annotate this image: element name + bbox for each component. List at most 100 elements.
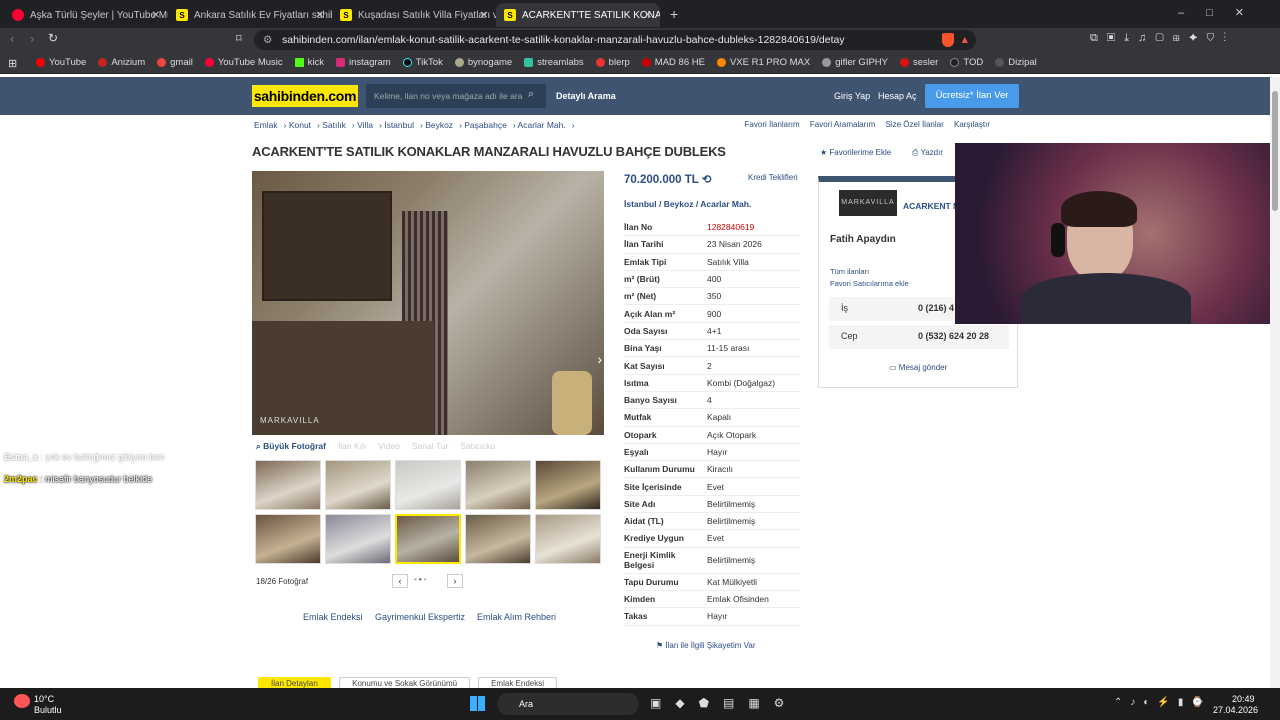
detailed-search-link[interactable]: Detaylı Arama [556,91,616,101]
tab-virtual-tour[interactable]: Sanal Tur [412,441,448,452]
bookmark-tod[interactable]: TOD [950,57,983,68]
apps-icon[interactable]: ⊞ [8,57,17,70]
bookmark-instagram[interactable]: instagram [336,57,391,68]
chat-text: : misafir banyosudur belkide [40,474,153,484]
thumbnail[interactable] [535,514,601,564]
thumbnail[interactable] [465,514,531,564]
next-photo-icon[interactable]: › [597,351,602,367]
browser-tab-active[interactable]: S ACARKENT'TE SATILIK KONAKLAR ✕ [496,3,660,27]
breadcrumb-item[interactable]: Beykoz [425,120,453,130]
store-logo[interactable]: MARKAVILLA [839,190,897,216]
new-tab-icon[interactable]: + [670,6,678,22]
thumbnail-active[interactable] [395,514,461,564]
location-neighborhood[interactable]: Acarlar Mah. [700,199,751,209]
favorite-button[interactable]: ★ Favorilerime Ekle [820,148,891,157]
site-info-icon[interactable]: ⚙ [263,30,272,50]
bookmark-youtube[interactable]: YouTube [36,57,86,68]
brave-shield-icon[interactable] [942,33,954,47]
prev-thumbs-button[interactable]: ‹ [392,574,408,588]
location-city[interactable]: İstanbul [624,199,657,209]
tab-video[interactable]: Video [378,441,400,452]
taskbar-apps[interactable]: ▣◆⬟▤▦⚙ [650,696,798,710]
breadcrumb-item[interactable]: Satılık [322,120,346,130]
bookmark-gmail[interactable]: gmail [157,57,193,68]
bookmark-blerp[interactable]: blerp [595,57,630,68]
close-icon[interactable]: ✕ [152,10,160,21]
thumbnail[interactable] [255,514,321,564]
breadcrumb-item[interactable]: Konut [289,120,311,130]
detail-label: Aidat (TL) [624,516,664,527]
thumbnail[interactable] [465,460,531,510]
thumbnail[interactable] [535,460,601,510]
taskbar-search[interactable]: Ara [497,693,639,715]
thumbnail[interactable] [395,460,461,510]
close-icon[interactable]: ✕ [644,10,652,21]
next-thumbs-button[interactable]: › [447,574,463,588]
bookmark-giphy[interactable]: gifler GIPHY [822,57,888,68]
compare-link[interactable]: Karşılaştır [954,120,990,129]
start-icon[interactable] [470,696,485,711]
all-ads-link[interactable]: Tüm ilanları [830,267,869,276]
bookmark-kick[interactable]: kick [294,57,324,68]
breadcrumb-item[interactable]: İstanbul [384,120,414,130]
site-logo[interactable]: sahibinden.com [252,85,358,107]
ekspertiz-link[interactable]: Gayrimenkul Ekspertiz [375,612,465,622]
url-bar[interactable]: ⚙ sahibinden.com/ilan/emlak-konut-satili… [254,30,976,50]
browser-tab[interactable]: S Kuşadası Satılık Villa Fiyatları ve Vi… [332,3,496,27]
favorite-searches-link[interactable]: Favori Aramalarım [810,120,875,129]
bookmark-anizium[interactable]: Anizium [98,57,145,68]
bookmark-icon[interactable]: ⌑ [236,32,242,45]
extensions-icons[interactable]: ⧉▣⤓♫▢⊞✦⛉⋮ [1090,32,1235,45]
bookmark-dizipal[interactable]: Dizipal [995,57,1037,68]
login-link[interactable]: Giriş Yap [834,91,870,101]
bookmark-tiktok[interactable]: TikTok [402,57,443,68]
thumbnail[interactable] [255,460,321,510]
search-input[interactable]: Kelime, ilan no veya mağaza adı ile ara [366,84,546,108]
favorite-ads-link[interactable]: Favori İlanlarım [745,120,800,129]
register-link[interactable]: Hesap Aç [878,91,917,101]
detail-row: Kimden Emlak Ofisinden [624,591,800,609]
close-icon[interactable]: ✕ [316,10,324,21]
breadcrumb-item[interactable]: Villa [357,120,373,130]
bookmark-mad86[interactable]: MAD 86 HE [641,57,705,68]
location-district[interactable]: Beykoz [664,199,694,209]
buying-guide-link[interactable]: Emlak Alım Rehberi [477,612,556,622]
back-icon[interactable]: ‹ [10,31,14,46]
thumbnail[interactable] [325,514,391,564]
large-photo-tab[interactable]: ⌕ Büyük Fotoğraf [256,441,326,452]
favorite-seller-link[interactable]: Favori Satıcılarıma ekle [830,279,909,288]
tray-icons[interactable]: ⌃♪◐⚡▮⌚ [1114,697,1212,708]
detail-row: Krediye Uygun Evet [624,530,800,548]
browser-tab[interactable]: Aşka Türlü Şeyler | YouTube Music ✕ [4,3,168,27]
tab-listing[interactable]: İlan Kılı [338,441,366,452]
price-history-icon[interactable]: ⟲ [702,174,712,186]
close-icon[interactable]: ✕ [480,10,488,21]
breadcrumb-item[interactable]: Acarlar Mah. [518,120,566,130]
bookmark-sesler[interactable]: sesler [900,57,938,68]
breadcrumb-item[interactable]: Paşabahçe [464,120,507,130]
bookmark-bynogame[interactable]: bynogame [454,57,512,68]
reload-icon[interactable]: ↻ [48,31,58,45]
detail-row: Banyo Sayısı 4 [624,392,800,410]
forward-icon[interactable]: › [30,31,34,46]
thumbnail[interactable] [325,460,391,510]
print-button[interactable]: ⎙ Yazdır [912,148,943,158]
send-message-button[interactable]: ▭ Mesaj gönder [889,363,947,372]
store-name[interactable]: ACARKENT M [903,201,960,211]
bookmark-streamlabs[interactable]: streamlabs [524,57,584,68]
scrollbar[interactable] [1270,77,1280,688]
bookmark-vxe[interactable]: VXE R1 PRO MAX [716,57,810,68]
breadcrumb-item[interactable]: Emlak [254,120,278,130]
tab-seller[interactable]: Satıcıcko [460,441,495,452]
special-ads-link[interactable]: Size Özel İlanlar [886,120,944,129]
emlak-endeksi-link[interactable]: Emlak Endeksi [303,612,363,622]
post-ad-button[interactable]: Ücretsiz* İlan Ver [925,84,1019,108]
browser-tab[interactable]: S Ankara Satılık Ev Fiyatları sahibinden… [168,3,332,27]
main-photo[interactable]: MARKAVILLA › [252,171,604,435]
rewards-icon[interactable]: ▲ [960,30,970,50]
weather-icon[interactable] [14,694,30,708]
credit-offers-link[interactable]: Kredi Teklifleri [748,173,798,182]
complaint-link[interactable]: ⚑ İlan ile İlgili Şikayetim Var [656,641,756,650]
search-icon[interactable]: ⌕ [528,88,534,101]
bookmark-youtube-music[interactable]: YouTube Music [204,57,283,68]
